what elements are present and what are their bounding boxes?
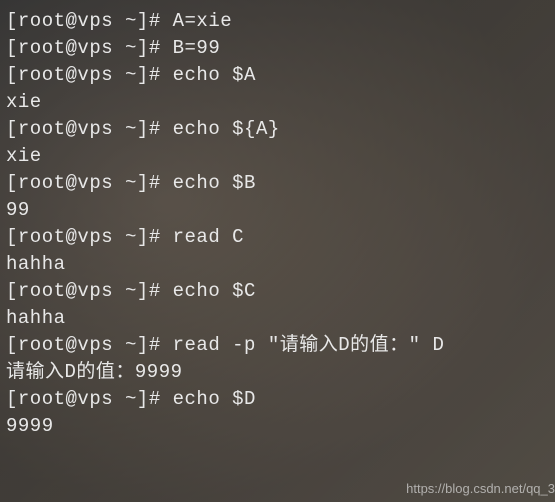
terminal-line: [root@vps ~]# read C bbox=[6, 224, 549, 251]
terminal-line: [root@vps ~]# echo $C bbox=[6, 278, 549, 305]
terminal-line: [root@vps ~]# echo $B bbox=[6, 170, 549, 197]
terminal-output: [root@vps ~]# A=xie[root@vps ~]# B=99[ro… bbox=[6, 8, 549, 440]
terminal-line: xie bbox=[6, 89, 549, 116]
watermark-text: https://blog.csdn.net/qq_3 bbox=[406, 480, 555, 498]
terminal-line: [root@vps ~]# A=xie bbox=[6, 8, 549, 35]
terminal-line: [root@vps ~]# echo $D bbox=[6, 386, 549, 413]
terminal-line: hahha bbox=[6, 251, 549, 278]
terminal-line: xie bbox=[6, 143, 549, 170]
terminal-line: 9999 bbox=[6, 413, 549, 440]
terminal-line: [root@vps ~]# read -p "请输入D的值：" D bbox=[6, 332, 549, 359]
terminal-line: [root@vps ~]# echo $A bbox=[6, 62, 549, 89]
terminal-line: [root@vps ~]# echo ${A} bbox=[6, 116, 549, 143]
terminal-line: [root@vps ~]# B=99 bbox=[6, 35, 549, 62]
terminal-line: 99 bbox=[6, 197, 549, 224]
terminal-line: hahha bbox=[6, 305, 549, 332]
terminal-line: 请输入D的值：9999 bbox=[6, 359, 549, 386]
